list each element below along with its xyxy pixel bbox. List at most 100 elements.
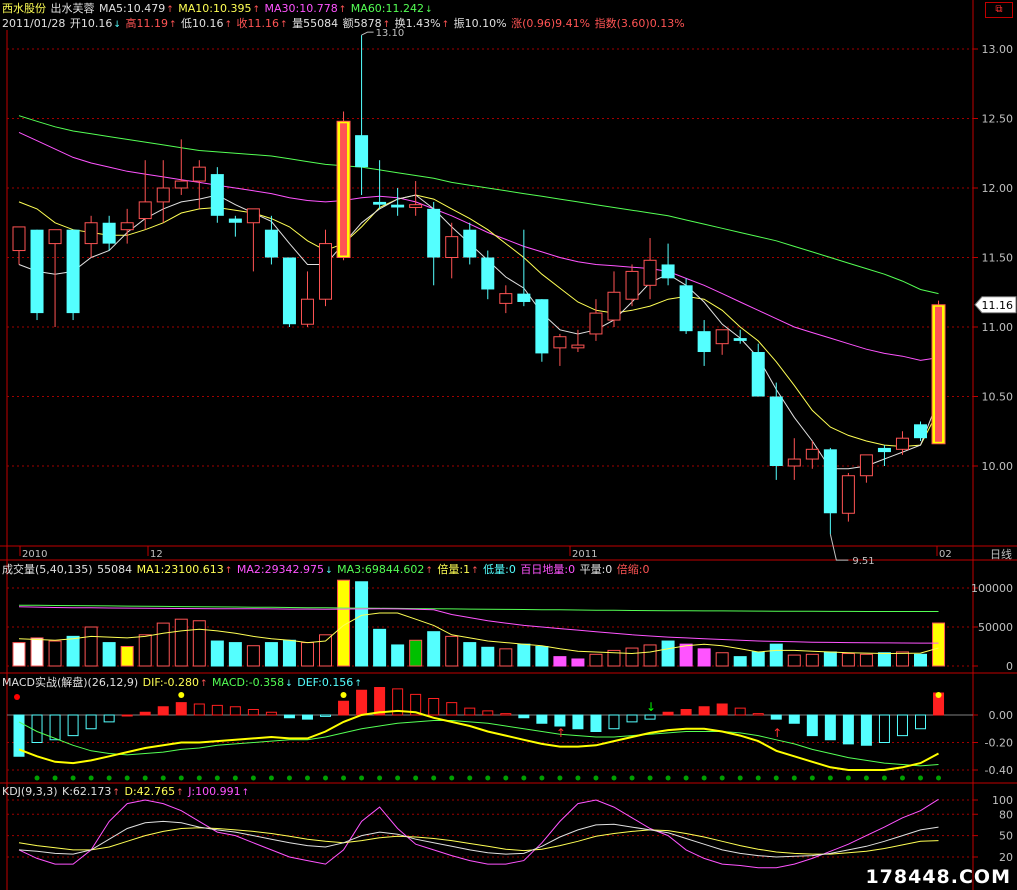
macd-bar bbox=[915, 714, 926, 730]
stock-name[interactable]: 西水股份 bbox=[2, 2, 46, 15]
signal-dot bbox=[359, 775, 365, 781]
candle-body bbox=[102, 222, 116, 244]
signal-dot-yellow bbox=[340, 692, 347, 698]
candle-body bbox=[30, 229, 44, 314]
macd-bar bbox=[842, 714, 854, 745]
up-arrow-icon: ↑ bbox=[425, 566, 433, 576]
amount-value: 额5878 bbox=[342, 17, 382, 30]
kdj-title[interactable]: KDJ(9,3,3) bbox=[2, 785, 58, 798]
signal-dot bbox=[647, 775, 653, 781]
signal-dot bbox=[178, 775, 184, 781]
signal-dot bbox=[611, 775, 617, 781]
volume-bar bbox=[625, 647, 639, 667]
candle bbox=[787, 438, 801, 480]
up-arrow-icon: ↑ bbox=[166, 5, 174, 15]
candle bbox=[517, 229, 531, 307]
volume-bar bbox=[805, 653, 819, 667]
volume-bar bbox=[751, 651, 765, 667]
candle-body bbox=[787, 458, 801, 467]
candle bbox=[751, 343, 765, 397]
candle bbox=[463, 222, 477, 265]
macd-bar bbox=[788, 714, 800, 724]
indicator-name[interactable]: 出水芙蓉 bbox=[51, 2, 95, 15]
volume-bar bbox=[589, 653, 603, 667]
macd-panel[interactable]: 0.00 -0.20 -0.40 ↑ ↑ ↓ bbox=[7, 687, 1013, 781]
volume-bar bbox=[914, 653, 927, 667]
candle bbox=[553, 333, 567, 366]
restore-icon[interactable]: ⧉ bbox=[985, 2, 1013, 18]
volume-bar bbox=[769, 643, 783, 667]
candle bbox=[355, 35, 369, 195]
volume-bar bbox=[733, 656, 747, 667]
candle-body bbox=[48, 229, 62, 245]
candle-body bbox=[282, 257, 296, 325]
candle-body bbox=[427, 208, 441, 258]
candle-body bbox=[174, 180, 188, 189]
macd-bar bbox=[31, 714, 43, 743]
kdj-tick-label: 100 bbox=[992, 794, 1013, 807]
up-arrow-icon: ↑ bbox=[382, 20, 391, 30]
candle-body bbox=[895, 437, 909, 450]
volume-bar bbox=[300, 642, 314, 667]
macd-dif-line bbox=[18, 709, 939, 771]
kdj-panel[interactable]: 10080 50 20 bbox=[7, 794, 1013, 869]
volume-bar bbox=[246, 645, 260, 667]
candle bbox=[282, 257, 296, 327]
candle bbox=[138, 160, 152, 230]
signal-dot bbox=[845, 775, 851, 781]
macd-title[interactable]: MACD实战(解盘)(26,12,9) bbox=[2, 676, 138, 689]
signal-dot bbox=[557, 775, 563, 781]
volume-bar bbox=[192, 620, 206, 667]
candle-body bbox=[300, 298, 314, 325]
candle-body bbox=[84, 222, 98, 245]
volume-bar bbox=[661, 640, 675, 667]
volume-title[interactable]: 成交量(5,40,135) bbox=[2, 563, 93, 576]
index-value: 指数(3.60)0.13% bbox=[594, 17, 685, 30]
up-arrow-icon: ↑ bbox=[241, 788, 250, 798]
candle-body bbox=[66, 229, 80, 314]
time-label: 2010 bbox=[22, 549, 47, 560]
candle-body bbox=[319, 243, 333, 300]
macd-bar bbox=[590, 714, 602, 732]
macd-bar bbox=[860, 714, 872, 746]
signal-dot bbox=[593, 775, 599, 781]
signal-dot bbox=[250, 775, 256, 781]
vol-ma2: MA2:29342.975 bbox=[236, 563, 325, 576]
macd-bar bbox=[500, 713, 512, 716]
macd-bar bbox=[85, 714, 97, 730]
macd-bar bbox=[229, 706, 241, 716]
signal-dot bbox=[268, 775, 274, 781]
macd-bar bbox=[896, 714, 908, 737]
ma60-line bbox=[18, 115, 939, 295]
volume-bar bbox=[391, 644, 405, 667]
candle-body bbox=[138, 201, 152, 220]
up-arrow-icon: ↑ bbox=[441, 20, 450, 30]
volume-bar bbox=[409, 639, 423, 667]
volume-tick-label: 100000 bbox=[971, 582, 1013, 595]
turnover-value: 换1.43% bbox=[394, 17, 441, 30]
candle-body bbox=[571, 344, 585, 349]
candle-body bbox=[228, 218, 242, 223]
vol-ma1: MA1:23100.613 bbox=[136, 563, 224, 576]
price-panel[interactable]: 13.0012.5012.0011.5011.0010.5010.0013.10… bbox=[7, 28, 1017, 567]
candle bbox=[300, 271, 314, 327]
macd-bar bbox=[824, 714, 836, 741]
volume-bar bbox=[355, 581, 369, 667]
signal-dot bbox=[575, 775, 581, 781]
signal-dot bbox=[719, 775, 725, 781]
signal-dot bbox=[160, 775, 166, 781]
stock-chart[interactable]: 13.0012.5012.0011.5011.0010.5010.0013.10… bbox=[0, 0, 1017, 890]
macd-tick-label: -0.20 bbox=[985, 737, 1013, 750]
volume-bar bbox=[481, 646, 495, 667]
candle bbox=[373, 160, 387, 209]
ma-header: 西水股份 出水芙蓉 MA5:10.479↑ MA10:10.395↑ MA30:… bbox=[2, 2, 434, 17]
volume-panel[interactable]: 100000 50000 0 bbox=[7, 579, 1013, 673]
candle bbox=[805, 440, 819, 469]
macd-bar bbox=[193, 703, 205, 716]
signal-dot-yellow bbox=[935, 692, 942, 698]
volume-bar bbox=[174, 618, 188, 667]
volume-bar bbox=[535, 646, 549, 667]
candle bbox=[859, 454, 873, 483]
signal-dot bbox=[413, 775, 419, 781]
candle-body bbox=[697, 331, 711, 353]
